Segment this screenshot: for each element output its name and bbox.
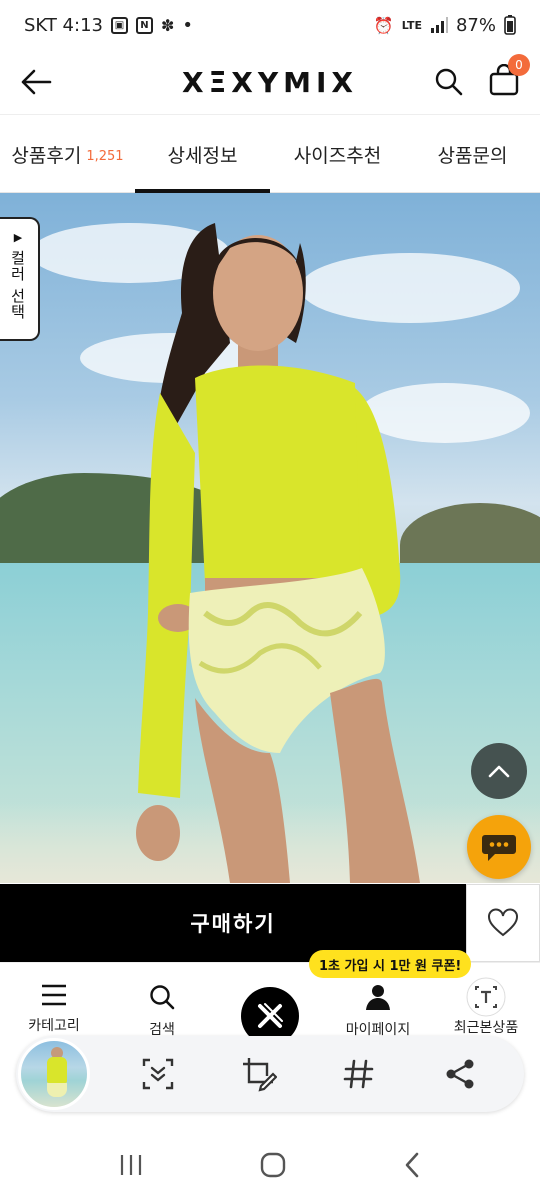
chevron-up-icon (488, 765, 510, 778)
product-hero-image: ▶ 컬러 선택 (0, 193, 540, 883)
gallery-notification-icon: ▣ (110, 16, 128, 34)
floating-toolbar (16, 1036, 524, 1112)
tab-reviews[interactable]: 상품후기 1,251 (0, 116, 135, 192)
status-right: ⏰ LTE 87% (374, 15, 516, 36)
status-left: SKT 4:13 ▣ N ✽ • (24, 15, 193, 36)
search-icon[interactable] (434, 67, 464, 97)
system-navigation (0, 1130, 540, 1200)
chat-button[interactable] (467, 815, 531, 879)
hashtag-icon (343, 1059, 374, 1089)
play-triangle-icon: ▶ (13, 231, 23, 244)
model-figure (136, 223, 420, 883)
cart-button[interactable]: 0 (488, 54, 530, 100)
scroll-top-button[interactable] (471, 743, 527, 799)
tab-inquiry[interactable]: 상품문의 (405, 116, 540, 192)
battery-icon (504, 15, 516, 35)
flower-notification-icon: ✽ (160, 15, 175, 35)
cart-count-badge: 0 (508, 54, 530, 76)
product-tabs: 상품후기 1,251 상세정보 사이즈추천 상품문의 (0, 116, 540, 193)
heart-icon (488, 908, 518, 937)
scroll-capture-icon (143, 1058, 174, 1090)
review-count: 1,251 (86, 148, 124, 164)
network-type: LTE (401, 18, 422, 32)
text-recognize-icon (466, 977, 506, 1017)
status-bar: SKT 4:13 ▣ N ✽ • ⏰ LTE 87% (0, 0, 540, 50)
tab-inquiry-label: 상품문의 (437, 144, 508, 167)
menu-icon (42, 984, 66, 1006)
captured-image-thumbnail[interactable] (18, 1038, 90, 1110)
scroll-capture-button[interactable] (136, 1052, 180, 1096)
color-select-tab[interactable]: ▶ 컬러 선택 (0, 217, 40, 341)
nav-category-label: 카테고리 (28, 1018, 80, 1034)
recent-apps-icon[interactable] (118, 1153, 144, 1177)
signal-icon (430, 17, 448, 33)
wishlist-button[interactable] (466, 884, 540, 962)
tab-reviews-label: 상품후기 (11, 144, 82, 167)
tab-details-label: 상세정보 (167, 144, 238, 167)
brand-logo[interactable]: XΞXYMIX (140, 66, 400, 99)
search-icon (150, 985, 175, 1010)
user-icon (366, 985, 390, 1010)
battery-percent: 87% (455, 14, 496, 36)
app-header: XΞXYMIX 0 (0, 50, 540, 115)
back-arrow-icon[interactable] (20, 68, 52, 96)
crop-edit-button[interactable] (237, 1052, 281, 1096)
home-icon[interactable] (260, 1152, 286, 1178)
chat-bubble-icon (482, 835, 516, 861)
crop-draw-icon (242, 1058, 277, 1092)
back-icon[interactable] (402, 1152, 422, 1178)
header-actions: 0 (434, 54, 530, 100)
xexymix-logo-icon (258, 1002, 283, 1028)
hashtag-button[interactable] (337, 1052, 381, 1096)
carrier-time: SKT 4:13 (24, 14, 103, 36)
share-button[interactable] (438, 1052, 482, 1096)
tab-details[interactable]: 상세정보 (135, 116, 270, 193)
color-select-label: 컬러 선택 (8, 250, 27, 320)
nav-recent-label: 최근본상품 (453, 1020, 519, 1036)
more-notifications-dot: • (182, 14, 194, 36)
share-icon (446, 1059, 474, 1089)
alarm-icon: ⏰ (373, 15, 394, 35)
signup-coupon-badge[interactable]: 1초 가입 시 1만 원 쿠폰! (309, 950, 472, 978)
tab-size-label: 사이즈추천 (293, 144, 382, 167)
tab-size-recommend[interactable]: 사이즈추천 (270, 116, 405, 192)
naver-notification-icon: N (135, 16, 153, 34)
